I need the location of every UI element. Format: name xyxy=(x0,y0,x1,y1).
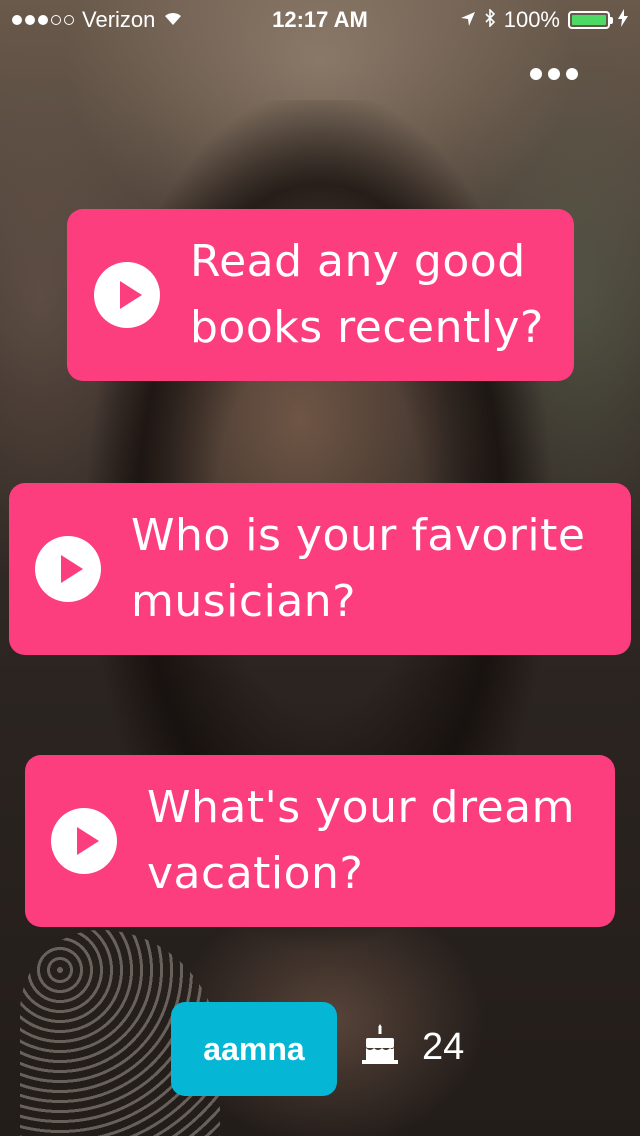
play-icon[interactable] xyxy=(51,808,117,874)
question-card-3[interactable]: What's your dream vacation? xyxy=(25,755,615,927)
question-text-2: Who is your favorite musician? xyxy=(131,510,586,627)
cake-icon xyxy=(362,1024,398,1068)
status-bar: Verizon 12:17 AM 100% xyxy=(0,0,640,40)
question-text-3: What's your dream vacation? xyxy=(147,782,575,899)
battery-percent: 100% xyxy=(503,7,560,32)
bluetooth-icon xyxy=(484,7,496,33)
location-icon xyxy=(460,7,476,33)
profile-name-badge[interactable]: aamna xyxy=(171,1002,337,1096)
question-text-1: Read any good books recently? xyxy=(190,236,544,353)
charging-icon xyxy=(618,7,628,33)
question-card-1[interactable]: Read any good books recently? xyxy=(67,209,574,381)
question-card-2[interactable]: Who is your favorite musician? xyxy=(9,483,631,655)
play-icon[interactable] xyxy=(35,536,101,602)
play-icon[interactable] xyxy=(94,262,160,328)
more-icon[interactable] xyxy=(530,68,578,80)
status-right: 100% xyxy=(460,7,628,33)
battery-icon xyxy=(568,11,613,29)
profile-age: 24 xyxy=(422,1026,465,1068)
